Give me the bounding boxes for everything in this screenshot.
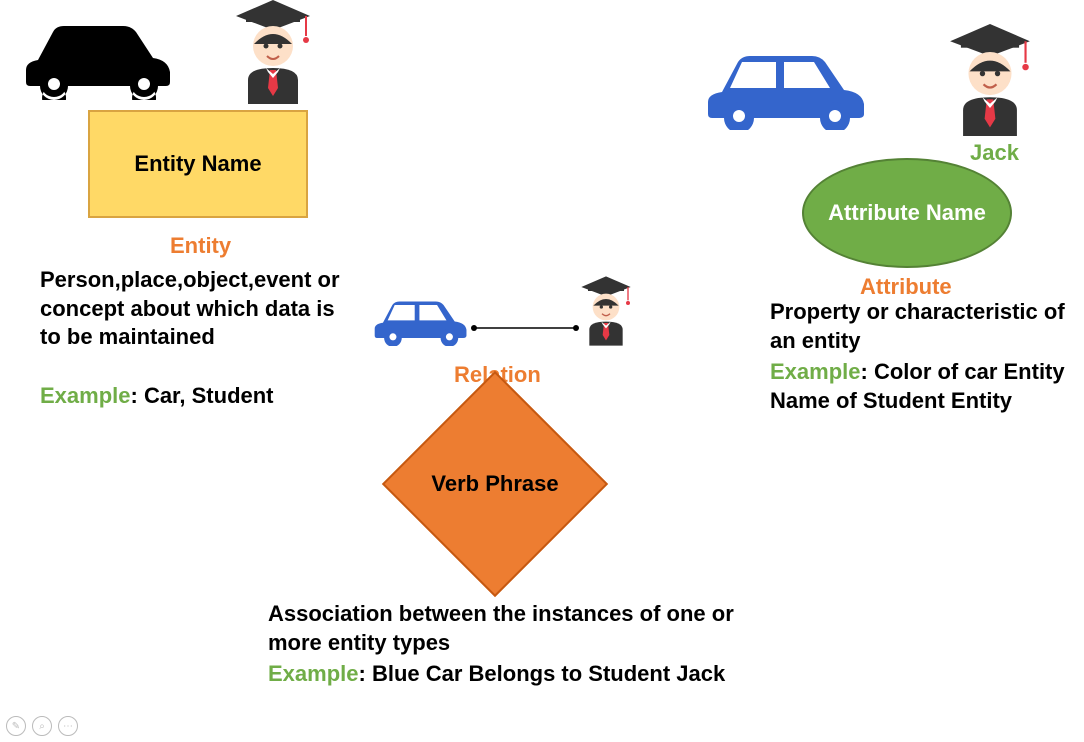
entity-title: Entity: [170, 233, 231, 259]
relation-line: [470, 318, 580, 336]
entity-example-label: Example: [40, 383, 131, 408]
entity-example: Example: Car, Student: [40, 382, 360, 411]
pen-tool-icon[interactable]: ✎: [6, 716, 26, 736]
attribute-example: Example: Color of car Entity Name of Stu…: [770, 358, 1084, 415]
entity-example-text: : Car, Student: [131, 383, 274, 408]
zoom-tool-icon[interactable]: ⌕: [32, 716, 52, 736]
attribute-shape: Attribute Name: [802, 158, 1012, 268]
attribute-shape-label: Attribute Name: [828, 200, 986, 226]
attribute-example-label: Example: [770, 359, 861, 384]
student-icon-2: [940, 24, 1040, 141]
attribute-title: Attribute: [860, 274, 952, 300]
attribute-body: Property or characteristic of an entity: [770, 298, 1080, 355]
entity-shape-label: Entity Name: [134, 151, 261, 177]
student-icon-1: [228, 0, 318, 109]
bottom-toolbar: ✎ ⌕ ⋯: [6, 716, 78, 736]
relation-example: Example: Blue Car Belongs to Student Jac…: [268, 660, 808, 689]
car-icon-black: [18, 10, 178, 105]
relation-example-text: : Blue Car Belongs to Student Jack: [359, 661, 726, 686]
entity-body: Person,place,object,event or concept abo…: [40, 266, 350, 352]
relation-body: Association between the instances of one…: [268, 600, 768, 657]
relation-shape-label: Verb Phrase: [431, 471, 558, 497]
relation-student-icon: [576, 276, 636, 351]
relation-example-label: Example: [268, 661, 359, 686]
entity-shape: Entity Name: [88, 110, 308, 218]
more-tool-icon[interactable]: ⋯: [58, 716, 78, 736]
car-icon-blue-large: [700, 38, 870, 135]
attribute-name-label: Jack: [970, 140, 1019, 166]
relation-car-icon: [370, 290, 470, 351]
relation-shape: Verb Phrase: [380, 404, 610, 564]
